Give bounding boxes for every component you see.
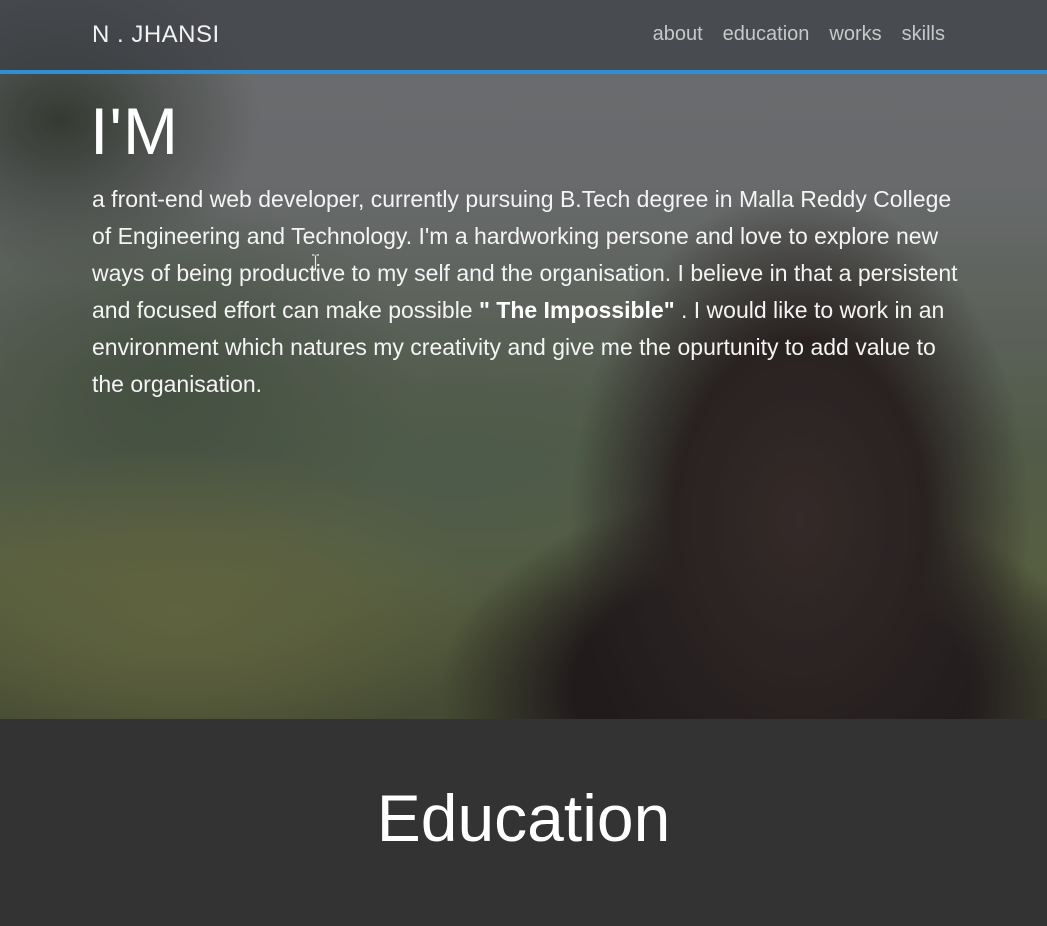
hero-section: I'M a front-end web developer, currently… — [0, 0, 1047, 719]
hero-intro-text: a front-end web developer, currently pur… — [92, 181, 972, 403]
nav-link-education[interactable]: education — [723, 23, 810, 46]
nav-link-works[interactable]: works — [829, 23, 881, 46]
nav-link-skills[interactable]: skills — [902, 23, 945, 46]
hero-heading: I'M — [90, 94, 179, 168]
top-navbar: N . JHANSI about education works skills — [0, 0, 1047, 74]
education-section: Education — [0, 719, 1047, 926]
nav-links: about education works skills — [653, 23, 945, 46]
education-title: Education — [376, 781, 671, 855]
nav-link-about[interactable]: about — [653, 23, 703, 46]
text-cursor-icon — [312, 254, 319, 272]
brand-logo-link[interactable]: N . JHANSI — [92, 21, 220, 49]
intro-emphasis: " The Impossible" — [478, 297, 675, 323]
